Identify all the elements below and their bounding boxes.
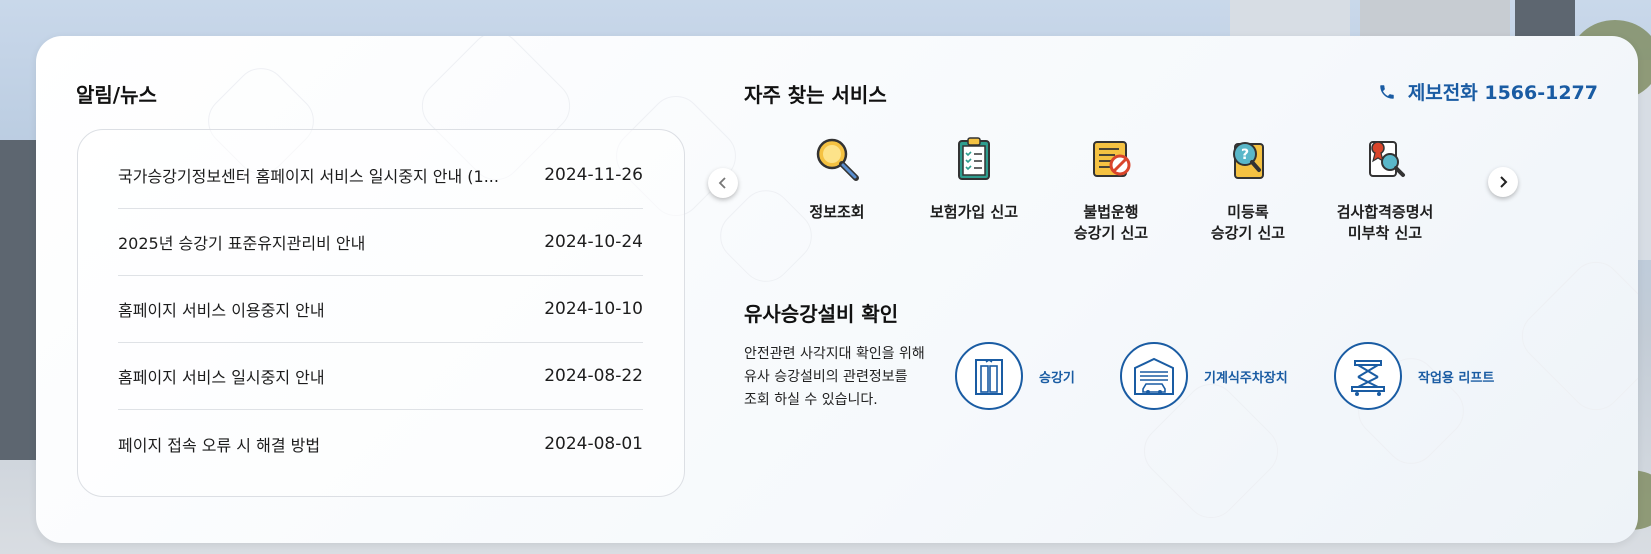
carousel-prev-button[interactable] — [708, 168, 738, 198]
news-item[interactable]: 페이지 접속 오류 시 해결 방법 2024-08-01 — [118, 410, 643, 477]
question-document-icon: ? — [1233, 142, 1264, 179]
service-item-illegal-operation-report[interactable]: 불법운행 승강기 신고 — [1046, 134, 1176, 244]
magnifier-icon — [816, 138, 859, 181]
similar-equipment-description: 안전관련 사각지대 확인을 위해 유사 승강설비의 관련정보를 조회 하실 수 … — [744, 346, 925, 408]
news-item[interactable]: 국가승강기정보센터 홈페이지 서비스 일시중지 안내 (1... 2024-11… — [118, 142, 643, 209]
certificate-search-icon — [1369, 141, 1405, 177]
clipboard-checklist-icon — [958, 137, 990, 180]
news-item-title: 홈페이지 서비스 이용중지 안내 — [118, 301, 325, 320]
service-label: 미등록 승강기 신고 — [1210, 203, 1286, 242]
parking-garage-icon — [1120, 342, 1188, 410]
phone-icon — [1380, 84, 1394, 99]
service-item-insurance-report[interactable]: 보험가입 신고 — [909, 134, 1039, 223]
news-item-date: 2024-10-24 — [544, 232, 643, 252]
news-item-title: 국가승강기정보센터 홈페이지 서비스 일시중지 안내 (1... — [118, 167, 499, 186]
carousel-next-button[interactable] — [1488, 167, 1518, 197]
equipment-label: 기계식주차장치 — [1204, 370, 1288, 386]
service-item-certificate-report[interactable]: 검사합격증명서 미부착 신고 — [1320, 134, 1450, 244]
news-list: 국가승강기정보센터 홈페이지 서비스 일시중지 안내 (1... 2024-11… — [77, 129, 685, 497]
services-section-title: 자주 찾는 서비스 — [744, 83, 887, 107]
scissor-lift-icon — [1334, 342, 1402, 410]
elevator-icon — [955, 342, 1023, 410]
news-item[interactable]: 2025년 승강기 표준유지관리비 안내 2024-10-24 — [118, 209, 643, 276]
service-item-unregistered-report[interactable]: ? 미등록 승강기 신고 — [1183, 134, 1313, 244]
main-card: 알림/뉴스 국가승강기정보센터 홈페이지 서비스 일시중지 안내 (1... 2… — [36, 36, 1638, 543]
service-label: 검사합격증명서 미부착 신고 — [1336, 203, 1434, 242]
similar-equipment-title: 유사승강설비 확인 — [744, 302, 899, 326]
news-item-title: 홈페이지 서비스 일시중지 안내 — [118, 368, 325, 387]
news-item-title: 2025년 승강기 표준유지관리비 안내 — [118, 234, 366, 253]
news-item-date: 2024-08-22 — [544, 366, 643, 386]
svg-text:?: ? — [1241, 147, 1249, 163]
equipment-parking[interactable]: 기계식주차장치 — [1120, 342, 1288, 410]
chevron-left-icon — [718, 177, 726, 189]
news-item-date: 2024-10-10 — [544, 299, 643, 319]
news-section-title: 알림/뉴스 — [76, 83, 157, 107]
news-item[interactable]: 홈페이지 서비스 일시중지 안내 2024-08-22 — [118, 343, 643, 410]
prohibited-document-icon — [1093, 141, 1131, 177]
chevron-right-icon — [1500, 176, 1508, 188]
news-item-title: 페이지 접속 오류 시 해결 방법 — [118, 435, 321, 455]
hotline-link[interactable]: 제보전화 1566-1277 — [1378, 78, 1598, 105]
service-label: 정보조회 — [809, 203, 865, 221]
equipment-lift[interactable]: 작업용 리프트 — [1334, 342, 1494, 410]
service-label: 불법운행 승강기 신고 — [1073, 203, 1149, 242]
equipment-label: 작업용 리프트 — [1418, 370, 1495, 386]
equipment-label: 승강기 — [1039, 370, 1075, 386]
service-label: 보험가입 신고 — [929, 203, 1019, 221]
news-item-date: 2024-11-26 — [544, 165, 643, 185]
news-item-date: 2024-08-01 — [544, 433, 643, 454]
service-item-info-lookup[interactable]: 정보조회 — [772, 134, 902, 223]
hotline-text: 제보전화 1566-1277 — [1407, 82, 1598, 104]
news-item[interactable]: 홈페이지 서비스 이용중지 안내 2024-10-10 — [118, 276, 643, 343]
equipment-elevator[interactable]: 승강기 — [955, 342, 1075, 410]
